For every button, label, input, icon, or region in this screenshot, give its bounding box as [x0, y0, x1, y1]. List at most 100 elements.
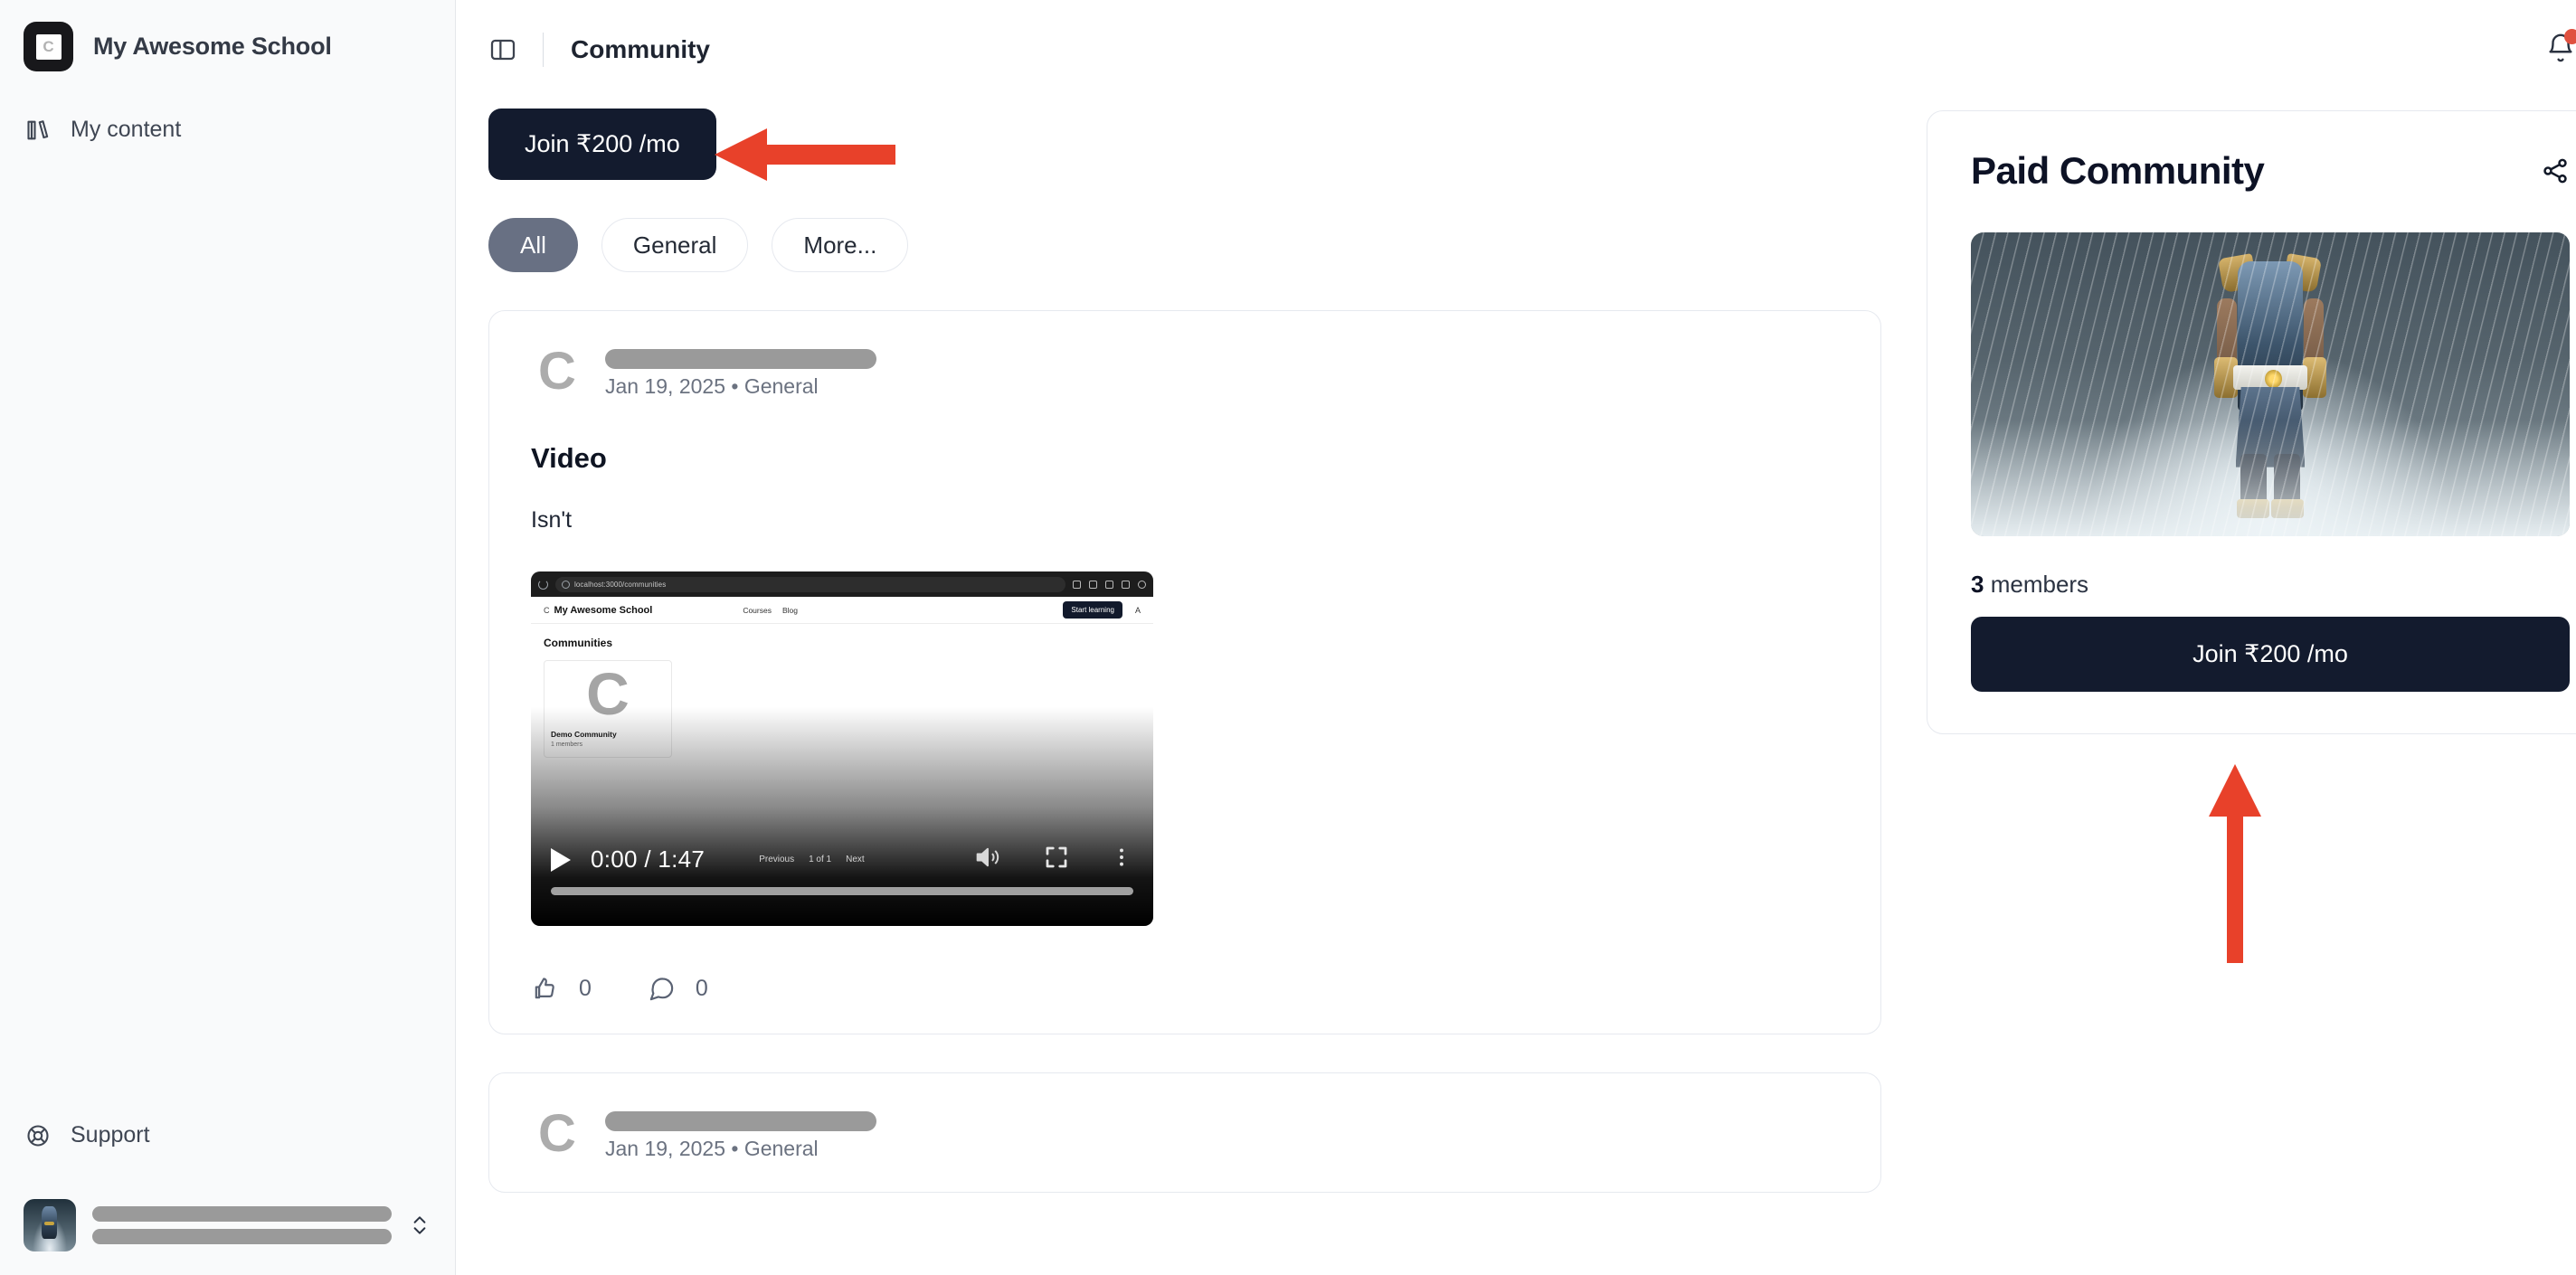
rain-overlay	[1971, 232, 2570, 536]
fullscreen-icon[interactable]	[1043, 844, 1070, 875]
address-bar: localhost:3000/communities	[555, 576, 1065, 592]
brand-header[interactable]: C My Awesome School	[0, 0, 455, 71]
post-body: Isn't	[531, 507, 573, 533]
site-brand: My Awesome School	[554, 604, 653, 616]
video-browser-chrome: localhost:3000/communities	[531, 571, 1153, 597]
feed-column: Join ₹200 /mo All General More... C Jan …	[488, 99, 1881, 1193]
site-nav-blog: Blog	[781, 605, 798, 615]
brand-logo-glyph: C	[35, 33, 62, 60]
filter-pill-more[interactable]: More...	[772, 218, 909, 272]
library-icon	[25, 118, 51, 143]
member-count: 3 members	[1971, 571, 2570, 599]
member-count-label: members	[1990, 571, 2089, 598]
app-root: C My Awesome School My content Support C…	[0, 0, 2576, 1275]
brand-logo: C	[24, 22, 73, 71]
sidebar-user-switcher[interactable]	[0, 1199, 455, 1275]
comment-icon	[648, 975, 676, 1003]
video-next-button[interactable]: Next	[846, 855, 865, 864]
content-area: Join ₹200 /mo All General More... C Jan …	[456, 99, 2576, 1193]
brand-name: My Awesome School	[93, 33, 332, 60]
profile-icon	[1138, 580, 1146, 589]
post-header: C Jan 19, 2025 • General	[531, 1108, 1839, 1161]
top-bar: Community	[456, 0, 2576, 99]
video-progress-bar[interactable]	[551, 887, 1133, 895]
post-card: C Jan 19, 2025 • General Video Isn't loc…	[488, 310, 1881, 1034]
avatar	[24, 1199, 76, 1251]
split-screen-icon	[1105, 580, 1113, 589]
sidebar-item-my-content[interactable]: My content	[0, 108, 455, 152]
like-count: 0	[579, 976, 592, 1001]
site-heading: Communities	[544, 637, 613, 649]
video-prev-button[interactable]: Previous	[759, 855, 794, 864]
sidebar-nav: My content	[0, 108, 455, 152]
sidebar-toggle-icon[interactable]	[488, 35, 517, 64]
video-controls-right	[972, 842, 1133, 877]
like-button[interactable]: 0	[531, 975, 592, 1003]
site-account-glyph: A	[1134, 605, 1141, 615]
post-author-redacted	[605, 1111, 876, 1131]
post-avatar: C	[538, 1104, 576, 1164]
main-area: Community Join ₹200 /mo All General More…	[456, 0, 2576, 1275]
sidebar-item-label: My content	[71, 117, 182, 142]
filter-pill-general[interactable]: General	[601, 218, 749, 272]
info-icon	[562, 580, 570, 589]
site-logo-glyph: C	[544, 605, 550, 615]
user-name-redacted	[92, 1206, 392, 1222]
join-button-sidebar[interactable]: Join ₹200 /mo	[1971, 617, 2570, 692]
post-date-category: Jan 19, 2025 • General	[605, 374, 819, 398]
post-author-redacted	[605, 349, 876, 369]
post-meta: Jan 19, 2025 • General	[605, 345, 876, 399]
collections-icon	[1122, 580, 1130, 589]
chevrons-up-down-icon[interactable]	[408, 1214, 431, 1237]
post-date-category: Jan 19, 2025 • General	[605, 1137, 819, 1160]
post-actions: 0 0	[531, 975, 1839, 1003]
site-nav-links: Courses Blog	[743, 606, 798, 615]
community-info-card: Paid Community 3 members Join ₹200 /mo	[1927, 110, 2576, 734]
lifebuoy-icon	[25, 1123, 51, 1148]
user-handle-redacted	[92, 1229, 392, 1244]
volume-icon[interactable]	[972, 842, 1003, 877]
community-title: Paid Community	[1971, 149, 2265, 192]
browser-toolbar-icons	[1073, 580, 1146, 589]
video-controls: 0:00 / 1:47 Previous 1 of 1 Next	[531, 842, 1153, 877]
community-cover-image	[1971, 232, 2570, 536]
play-icon[interactable]	[551, 847, 571, 872]
bell-icon[interactable]	[2540, 27, 2576, 73]
favorite-icon	[1089, 580, 1097, 589]
thumbs-up-icon	[531, 975, 559, 1003]
share-icon[interactable]	[2541, 156, 2570, 185]
read-aloud-icon	[1073, 580, 1081, 589]
post-avatar: C	[538, 342, 576, 401]
filter-pills: All General More...	[488, 218, 1881, 272]
post-video-player[interactable]: localhost:3000/communities C My Awesome …	[531, 571, 1153, 926]
address-bar-url: localhost:3000/communities	[574, 580, 667, 589]
post-header: C Jan 19, 2025 • General	[531, 345, 1839, 399]
site-cta-button: Start learning	[1063, 601, 1122, 619]
member-count-value: 3	[1971, 571, 1984, 598]
more-vertical-icon[interactable]	[1110, 845, 1133, 874]
left-sidebar: C My Awesome School My content Support	[0, 0, 456, 1275]
comment-button[interactable]: 0	[648, 975, 708, 1003]
video-pager: Previous 1 of 1 Next	[759, 855, 865, 864]
comment-count: 0	[695, 976, 708, 1001]
video-time-display: 0:00 / 1:47	[591, 845, 706, 873]
video-page-indicator: 1 of 1	[809, 855, 832, 864]
filter-pill-all[interactable]: All	[488, 218, 578, 272]
post-title: Video	[531, 442, 607, 474]
post-meta: Jan 19, 2025 • General	[605, 1108, 876, 1161]
join-button-top[interactable]: Join ₹200 /mo	[488, 109, 716, 180]
site-nav-courses: Courses	[743, 605, 772, 615]
right-column: Paid Community 3 members Join ₹200 /mo	[1927, 99, 2576, 1193]
video-site-nav: C My Awesome School Courses Blog Start l…	[531, 597, 1153, 624]
topbar-divider	[543, 33, 544, 67]
notification-dot	[2564, 28, 2576, 44]
page-title: Community	[571, 35, 710, 63]
reload-icon	[538, 579, 548, 590]
sidebar-item-support[interactable]: Support	[0, 1122, 455, 1148]
post-card: C Jan 19, 2025 • General	[488, 1072, 1881, 1193]
support-label: Support	[71, 1122, 150, 1148]
topbar-right	[2540, 27, 2576, 73]
user-identity	[92, 1206, 392, 1244]
community-card-header: Paid Community	[1971, 149, 2570, 193]
